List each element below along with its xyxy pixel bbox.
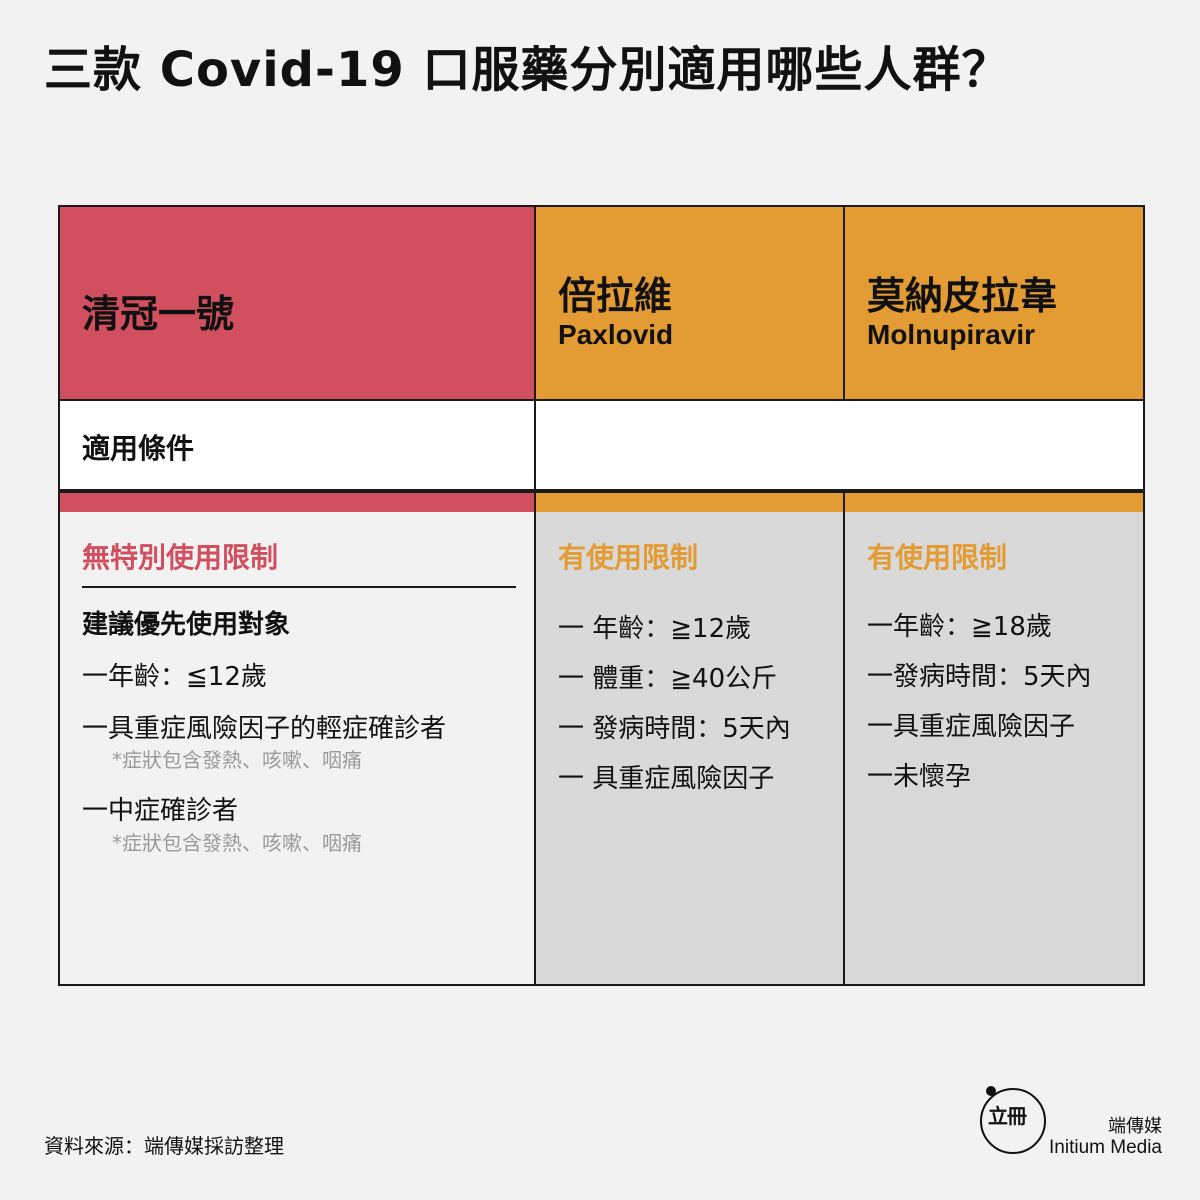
restriction-molnupiravir: 有使用限制 [867,541,1008,574]
divider [843,207,845,399]
logo-dot [986,1086,996,1096]
criteria-item: 一年齡：≦12歲 [82,662,267,692]
header-molnupiravir: 莫納皮拉韋 Molnupiravir [845,207,1143,399]
body-qingguan: 無特別使用限制 建議優先使用對象 一年齡：≦12歲 一具重症風險因子的輕症確診者… [60,493,534,984]
criteria-item: 一年齡：≧18歲 [867,612,1052,642]
criteria-item: 一 具重症風險因子 [558,764,775,794]
criteria-item: 一未懷孕 [867,762,972,792]
body-molnupiravir: 有使用限制 一年齡：≧18歲 一發病時間：5天內 一具重症風險因子 一未懷孕 [845,493,1143,984]
header-qingguan: 清冠一號 [60,207,534,399]
criteria-item: 一 發病時間：5天內 [558,714,791,744]
criteria-item: 一中症確診者 [82,796,239,826]
source-note: 資料來源：端傳媒採訪整理 [44,1134,284,1158]
drug-name-paxlovid: 倍拉維 [558,274,673,318]
symptom-note: *症狀包含發熱、咳嗽、咽痛 [112,748,362,772]
drug-english-paxlovid: Paxlovid [558,319,674,350]
drug-name-qingguan: 清冠一號 [82,292,235,336]
symptom-note: *症狀包含發熱、咳嗽、咽痛 [112,831,362,855]
priority-subheading: 建議優先使用對象 [82,610,291,640]
drug-english-molnupiravir: Molnupiravir [867,319,1036,350]
page-title: 三款 Covid-19 口服藥分別適用哪些人群？ [44,42,1011,98]
restriction-qingguan: 無特別使用限制 [82,541,279,574]
condition-row: 適用條件 [60,401,1143,489]
divider [534,207,536,984]
divider [843,493,845,984]
brand-name-english: Initium Media [1049,1137,1162,1158]
criteria-item: 一 體重：≧40公斤 [558,664,778,694]
condition-label: 適用條件 [82,432,195,465]
drug-name-molnupiravir: 莫納皮拉韋 [867,274,1058,318]
header-paxlovid: 倍拉維 Paxlovid [536,207,843,399]
criteria-item: 一具重症風險因子 [867,712,1076,742]
comparison-table: 清冠一號 倍拉維 Paxlovid 莫納皮拉韋 Molnupiravir 適用條… [58,205,1145,986]
brand-name-chinese: 端傳媒 [1108,1116,1162,1137]
divider [82,586,516,588]
criteria-item: 一發病時間：5天內 [867,662,1092,692]
criteria-item: 一具重症風險因子的輕症確診者 [82,714,447,744]
body-paxlovid: 有使用限制 一 年齡：≧12歲 一 體重：≧40公斤 一 發病時間：5天內 一 … [536,493,843,984]
restriction-paxlovid: 有使用限制 [558,541,699,574]
logo-glyph: 立冊 [988,1104,1027,1128]
criteria-item: 一 年齡：≧12歲 [558,614,752,644]
